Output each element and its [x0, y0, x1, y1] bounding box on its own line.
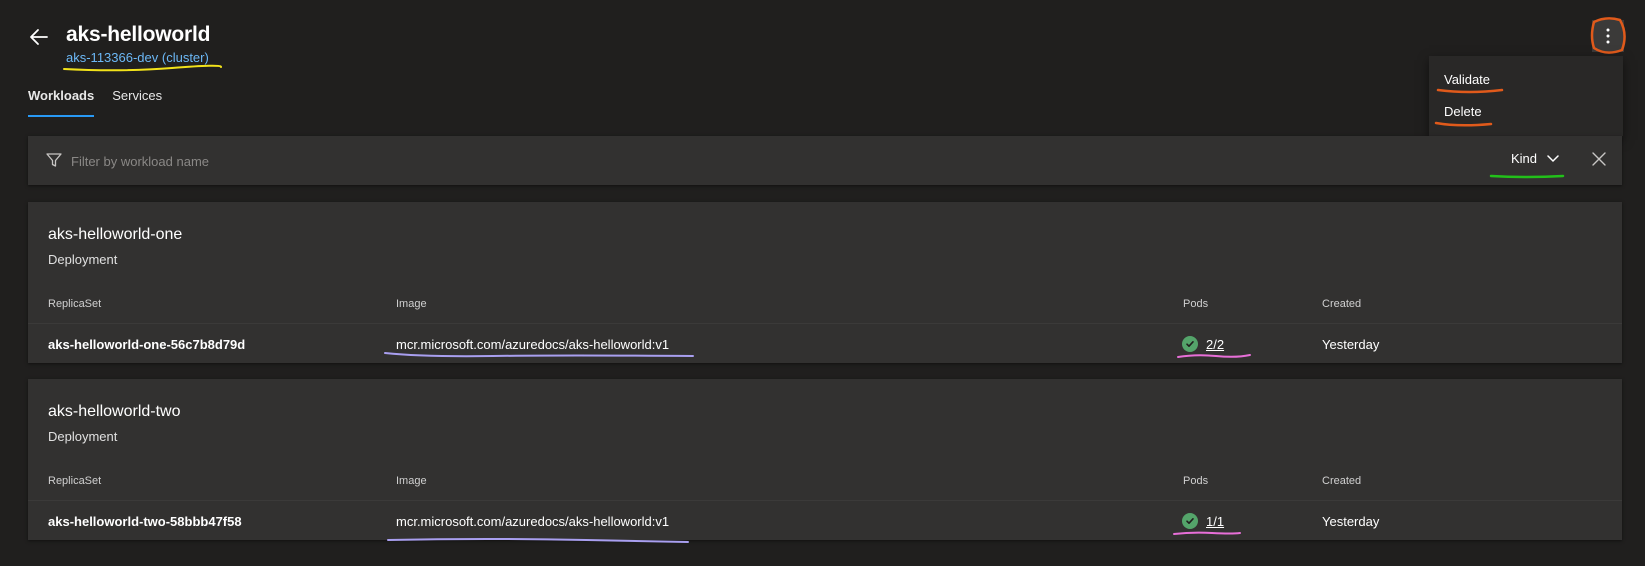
cluster-link[interactable]: aks-113366-dev (cluster): [66, 50, 209, 65]
annotation-underline-pink: [1177, 354, 1251, 358]
workload-name[interactable]: aks-helloworld-one: [48, 226, 182, 244]
column-header-created: Created: [1322, 475, 1362, 487]
workload-card: aks-helloworld-one Deployment ReplicaSet…: [28, 202, 1622, 363]
workload-name[interactable]: aks-helloworld-two: [48, 403, 181, 421]
row-divider: [28, 500, 1622, 501]
workload-card: aks-helloworld-two Deployment ReplicaSet…: [28, 379, 1622, 540]
filter-icon: [46, 153, 62, 167]
annotation-circle-orange: [1590, 17, 1626, 54]
pods-count-link[interactable]: 2/2: [1206, 337, 1224, 352]
pods-status: 1/1: [1182, 513, 1224, 529]
check-circle-icon: [1182, 513, 1198, 529]
column-header-pods: Pods: [1183, 298, 1209, 310]
annotation-underline-green: [1489, 174, 1565, 179]
created-time: Yesterday: [1322, 337, 1380, 352]
kind-dropdown[interactable]: Kind: [1511, 151, 1559, 166]
workload-filter-input[interactable]: [69, 149, 673, 173]
column-header-created: Created: [1322, 298, 1362, 310]
column-header-replicaset: ReplicaSet: [48, 475, 102, 487]
annotation-underline-orange: [1434, 88, 1504, 127]
clear-filter-button[interactable]: [1590, 150, 1608, 168]
chevron-down-icon: [1547, 154, 1559, 162]
pods-count-link[interactable]: 1/1: [1206, 514, 1224, 529]
row-divider: [28, 323, 1622, 324]
workload-kind: Deployment: [48, 252, 118, 267]
image-name: mcr.microsoft.com/azuredocs/aks-hellowor…: [396, 514, 670, 529]
annotation-underline-yellow: [63, 64, 223, 72]
page-title: aks-helloworld: [66, 23, 211, 46]
pods-status: 2/2: [1182, 336, 1224, 352]
check-circle-icon: [1182, 336, 1198, 352]
column-header-replicaset: ReplicaSet: [48, 298, 102, 310]
filter-bar: Kind: [28, 136, 1622, 185]
column-header-pods: Pods: [1183, 475, 1209, 487]
replicaset-name[interactable]: aks-helloworld-two-58bbb47f58: [48, 514, 242, 529]
arrow-left-icon: [30, 29, 48, 45]
close-icon: [1592, 152, 1606, 166]
workload-kind: Deployment: [48, 429, 118, 444]
column-header-image: Image: [396, 298, 427, 310]
created-time: Yesterday: [1322, 514, 1380, 529]
annotation-underline-purple: [384, 352, 694, 358]
annotation-underline-purple: [387, 538, 689, 543]
tab-workloads[interactable]: Workloads: [28, 88, 95, 117]
column-header-image: Image: [396, 475, 427, 487]
tab-bar: Workloads Services: [28, 88, 162, 117]
kind-dropdown-label: Kind: [1511, 151, 1538, 166]
annotation-underline-pink: [1173, 531, 1241, 535]
back-button[interactable]: [28, 26, 54, 48]
tab-services[interactable]: Services: [112, 88, 162, 117]
replicaset-name[interactable]: aks-helloworld-one-56c7b8d79d: [48, 337, 245, 352]
